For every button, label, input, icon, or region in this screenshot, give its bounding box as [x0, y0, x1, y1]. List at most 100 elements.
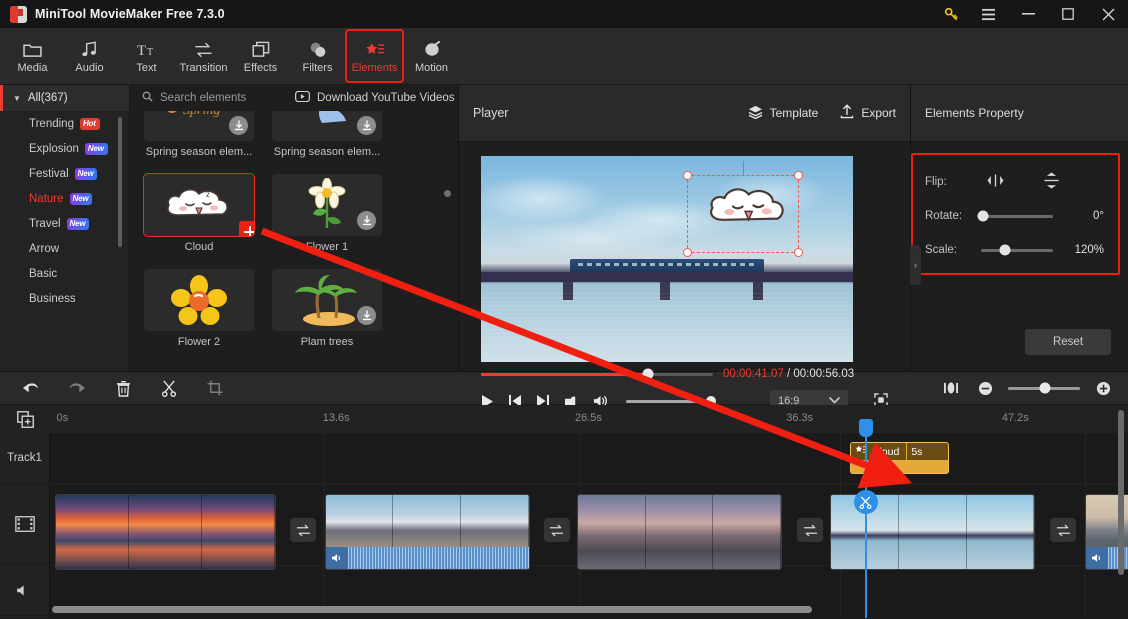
category-item-trending[interactable]: Trending Hot	[0, 111, 129, 136]
main-body: ▼ All(367) Trending Hot Explosion New Fe…	[0, 85, 1128, 412]
svg-text:z: z	[206, 189, 210, 199]
category-scrollbar[interactable]	[118, 117, 122, 247]
timeline-zoom-slider[interactable]	[1008, 382, 1080, 394]
preview-stage	[459, 142, 910, 362]
playhead-handle[interactable]	[858, 419, 873, 437]
category-item-arrow[interactable]: Arrow	[0, 236, 129, 261]
transition-button[interactable]	[543, 518, 570, 542]
timeline-tracks: Track1 Cloud 5s	[0, 419, 1128, 618]
category-item-travel[interactable]: Travel New	[0, 211, 129, 236]
scissors-icon[interactable]	[158, 377, 180, 399]
reset-button[interactable]: Reset	[1025, 329, 1111, 355]
filmstrip-icon[interactable]	[0, 484, 49, 565]
category-item-explosion[interactable]: Explosion New	[0, 136, 129, 161]
element-thumbnail[interactable]	[272, 111, 382, 141]
rotate-slider[interactable]	[977, 210, 1053, 222]
undo-arrow-icon[interactable]	[20, 377, 42, 399]
category-item-business[interactable]: Business	[0, 286, 129, 311]
download-youtube-button[interactable]: Download YouTube Videos	[295, 90, 454, 105]
element-card[interactable]: Spring season elem...	[272, 111, 382, 158]
category-item-festival[interactable]: Festival New	[0, 161, 129, 186]
track-label-track1: Track1	[0, 433, 49, 484]
title-bar: MiniTool MovieMaker Free 7.3.0	[0, 0, 1128, 28]
category-all[interactable]: ▼ All(367)	[0, 85, 129, 111]
element-card-palm[interactable]: Plam trees	[272, 269, 382, 348]
timeline-canvas[interactable]: Cloud 5s	[50, 419, 1128, 618]
resize-handle-br[interactable]	[794, 247, 804, 257]
seek-slider[interactable]	[481, 368, 713, 380]
element-card-flower2[interactable]: Flower 2	[144, 269, 254, 348]
split-at-playhead-button[interactable]	[853, 490, 878, 514]
selection-box[interactable]	[683, 160, 804, 257]
tab-transition[interactable]: Transition	[175, 30, 232, 82]
download-icon[interactable]	[357, 211, 376, 230]
tab-text[interactable]: TT Text	[118, 30, 175, 82]
search-icon	[142, 91, 153, 105]
tab-motion[interactable]: Motion	[403, 30, 460, 82]
flip-vertical-icon[interactable]	[1044, 172, 1059, 192]
tab-effects[interactable]: Effects	[232, 30, 289, 82]
minimize-button[interactable]	[1008, 0, 1048, 28]
ruler-ticks[interactable]: 0s 13.6s 26.5s 36.3s 47.2s	[50, 405, 1128, 433]
element-card-flower1[interactable]: Flower 1	[272, 174, 382, 253]
menu-icon[interactable]	[968, 0, 1008, 28]
element-card[interactable]: Spring Spring season elem...	[144, 111, 254, 158]
category-item-basic[interactable]: Basic	[0, 261, 129, 286]
volume-icon[interactable]	[1085, 547, 1108, 569]
browser-collapse-handle[interactable]	[444, 190, 451, 197]
transition-button[interactable]	[290, 518, 317, 542]
maximize-button[interactable]	[1048, 0, 1088, 28]
video-clip-city-mountain[interactable]	[324, 494, 530, 570]
volume-slider[interactable]	[626, 396, 716, 406]
video-clip-beach-sunset[interactable]	[55, 494, 277, 570]
download-icon[interactable]	[357, 306, 376, 325]
resize-handle-tr[interactable]	[794, 170, 804, 180]
scale-knob[interactable]	[999, 244, 1011, 256]
close-button[interactable]	[1088, 0, 1128, 28]
add-element-button[interactable]	[239, 221, 254, 236]
search-input[interactable]: Search elements	[130, 91, 295, 105]
panel-collapse-toggle[interactable]: ›	[910, 245, 921, 285]
trash-icon[interactable]	[112, 377, 134, 399]
zoom-out-button[interactable]	[974, 377, 996, 399]
transition-button[interactable]	[797, 518, 824, 542]
resize-handle-tl[interactable]	[683, 170, 693, 180]
export-button[interactable]: Export	[840, 104, 896, 122]
playhead[interactable]	[853, 419, 878, 618]
seek-knob[interactable]	[642, 368, 654, 380]
element-card-cloud[interactable]: z Cloud	[143, 173, 255, 253]
redo-arrow-icon[interactable]	[66, 377, 88, 399]
tab-label: Effects	[243, 61, 278, 74]
audio-track-icon[interactable]	[0, 565, 49, 616]
rotate-knob[interactable]	[977, 210, 989, 222]
video-preview[interactable]	[481, 156, 853, 362]
video-clip-rocky-shore[interactable]	[577, 494, 782, 570]
key-icon[interactable]	[934, 0, 968, 28]
tab-filters[interactable]: Filters	[289, 30, 346, 82]
element-thumbnail[interactable]: z	[143, 173, 255, 237]
fit-timeline-icon[interactable]	[940, 377, 962, 399]
scale-slider[interactable]	[981, 244, 1053, 256]
category-item-nature[interactable]: Nature New	[0, 186, 129, 211]
element-thumbnail[interactable]	[272, 174, 382, 236]
element-thumbnail[interactable]	[272, 269, 382, 331]
zoom-knob[interactable]	[1039, 382, 1051, 394]
zoom-in-button[interactable]	[1092, 377, 1114, 399]
tab-media[interactable]: Media	[4, 30, 61, 82]
flip-horizontal-icon[interactable]	[987, 174, 1004, 190]
download-icon[interactable]	[357, 116, 376, 135]
tab-audio[interactable]: Audio	[61, 30, 118, 82]
download-icon[interactable]	[229, 116, 248, 135]
timeline-vertical-scrollbar[interactable]	[1118, 410, 1124, 575]
crop-icon[interactable]	[204, 377, 226, 399]
element-thumbnail[interactable]: Spring	[144, 111, 254, 141]
template-button[interactable]: Template	[748, 105, 818, 122]
tab-elements[interactable]: Elements	[345, 29, 404, 83]
element-thumbnail[interactable]	[144, 269, 254, 331]
yellow-flower-icon	[171, 275, 227, 325]
transition-button[interactable]	[1050, 518, 1077, 542]
volume-icon[interactable]	[325, 547, 348, 569]
add-track-icon[interactable]	[0, 405, 50, 433]
timeline-horizontal-scrollbar[interactable]	[52, 606, 812, 613]
category-all-label: All(367)	[27, 92, 68, 104]
